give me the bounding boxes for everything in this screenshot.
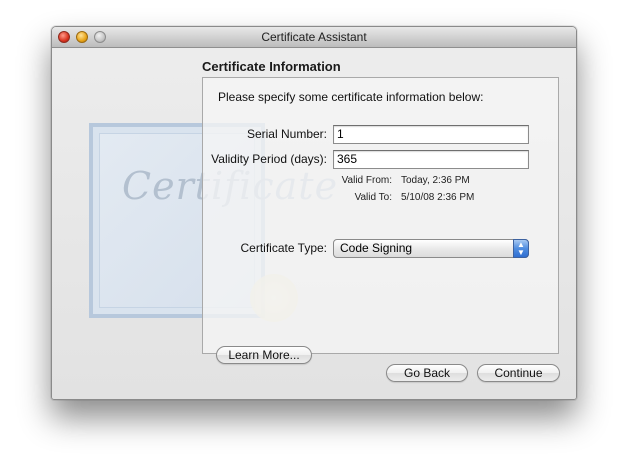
serial-number-label: Serial Number: (246, 127, 327, 141)
window-title: Certificate Assistant (261, 30, 367, 44)
title-bar[interactable]: Certificate Assistant (52, 27, 576, 48)
certificate-assistant-window: Certificate Assistant Certificate Certif… (51, 26, 577, 400)
go-back-button[interactable]: Go Back (386, 364, 468, 382)
updown-arrows-icon: ▲ ▼ (513, 239, 529, 258)
validity-period-label: Validity Period (days): (211, 152, 327, 166)
serial-number-field[interactable]: 1 (333, 125, 529, 144)
intro-text: Please specify some certificate informat… (218, 90, 484, 104)
section-title: Certificate Information (202, 59, 341, 74)
certificate-type-popup[interactable]: Code Signing ▲ ▼ (333, 239, 529, 258)
validity-period-field[interactable]: 365 (333, 150, 529, 169)
certificate-type-value: Code Signing (340, 241, 413, 255)
valid-to-label: Valid To: (354, 192, 392, 203)
valid-from-label: Valid From: (341, 175, 392, 186)
continue-button[interactable]: Continue (477, 364, 560, 382)
certificate-type-label: Certificate Type: (240, 241, 327, 255)
learn-more-button[interactable]: Learn More... (216, 346, 312, 364)
certificate-info-panel: Please specify some certificate informat… (202, 77, 559, 364)
valid-to-value: 5/10/08 2:36 PM (401, 192, 475, 203)
valid-from-value: Today, 2:36 PM (401, 175, 470, 186)
